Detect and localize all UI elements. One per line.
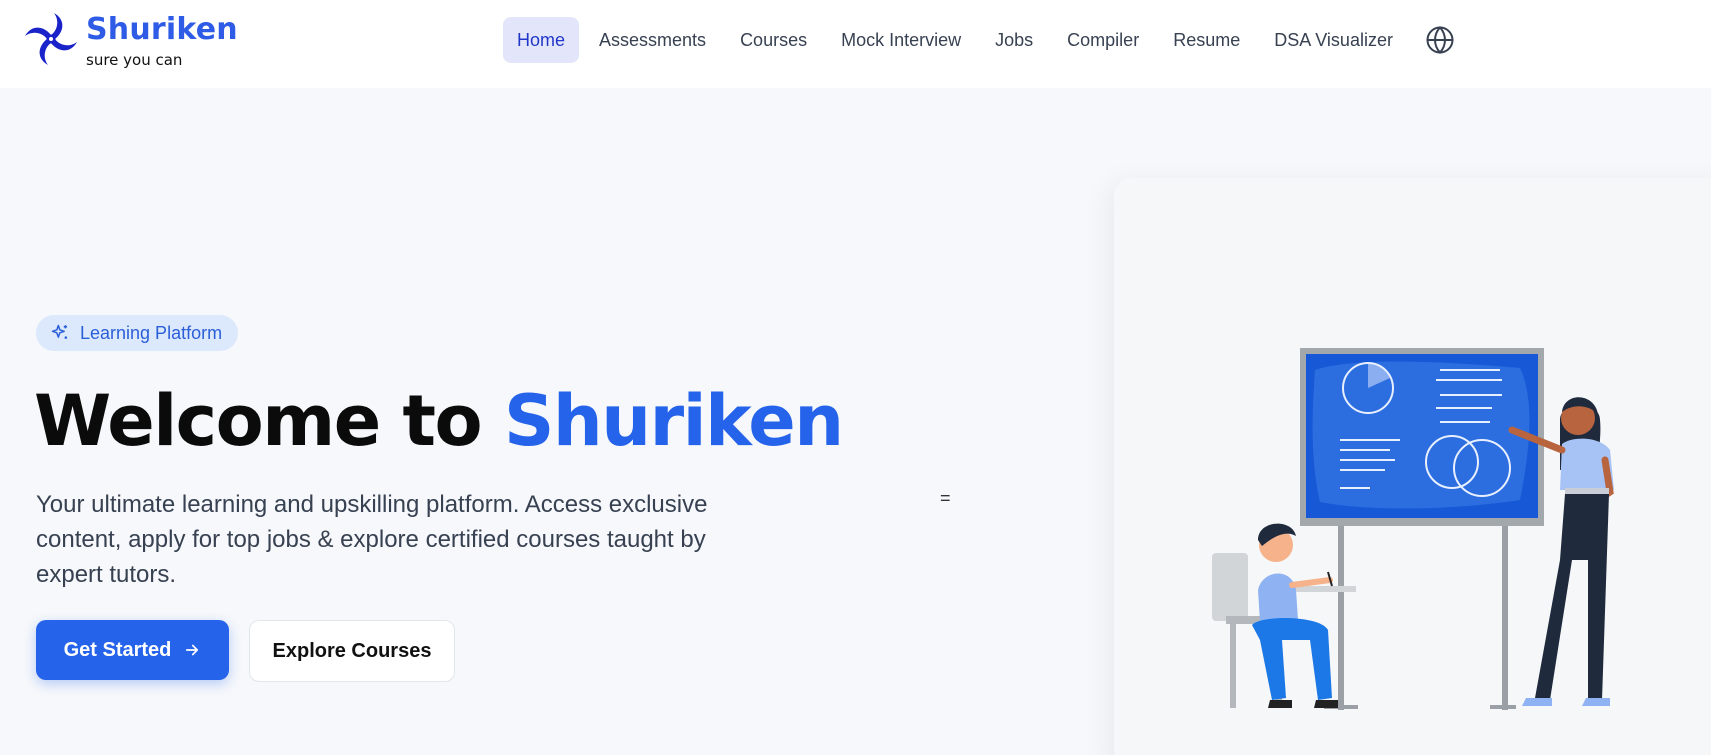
main-nav: Home Assessments Courses Mock Interview …	[503, 17, 1455, 63]
stray-equals-text: =	[940, 488, 951, 508]
hero-headline: Welcome to Shuriken	[34, 378, 844, 464]
explore-courses-button[interactable]: Explore Courses	[249, 620, 455, 682]
nav-item-home[interactable]: Home	[503, 17, 580, 63]
learning-platform-badge: Learning Platform	[36, 315, 239, 351]
nav-item-courses[interactable]: Courses	[726, 17, 821, 63]
logo[interactable]: Shuriken sure you can	[24, 12, 238, 70]
shuriken-logo-icon	[25, 13, 77, 65]
top-navbar: Shuriken sure you can Home Assessments C…	[0, 0, 1711, 88]
brand-tagline: sure you can	[86, 51, 183, 69]
nav-item-resume[interactable]: Resume	[1159, 17, 1254, 63]
sparkles-icon	[51, 324, 68, 339]
nav-item-compiler[interactable]: Compiler	[1053, 17, 1153, 63]
nav-item-assessments[interactable]: Assessments	[585, 17, 720, 63]
globe-icon[interactable]	[1425, 25, 1455, 55]
headline-prefix: Welcome to	[34, 380, 483, 462]
headline-accent: Shuriken	[503, 380, 844, 462]
classroom-illustration	[1212, 348, 1614, 710]
nav-item-mock-interview[interactable]: Mock Interview	[827, 17, 975, 63]
get-started-button[interactable]: Get Started	[36, 620, 229, 680]
get-started-label: Get Started	[63, 638, 172, 661]
nav-item-dsa-visualizer[interactable]: DSA Visualizer	[1260, 17, 1407, 63]
arrow-right-icon	[186, 644, 199, 656]
hero-subtitle: Your ultimate learning and upskilling pl…	[36, 491, 708, 588]
brand-name: Shuriken	[86, 12, 238, 47]
nav-item-jobs[interactable]: Jobs	[981, 17, 1047, 63]
badge-label: Learning Platform	[80, 322, 223, 343]
